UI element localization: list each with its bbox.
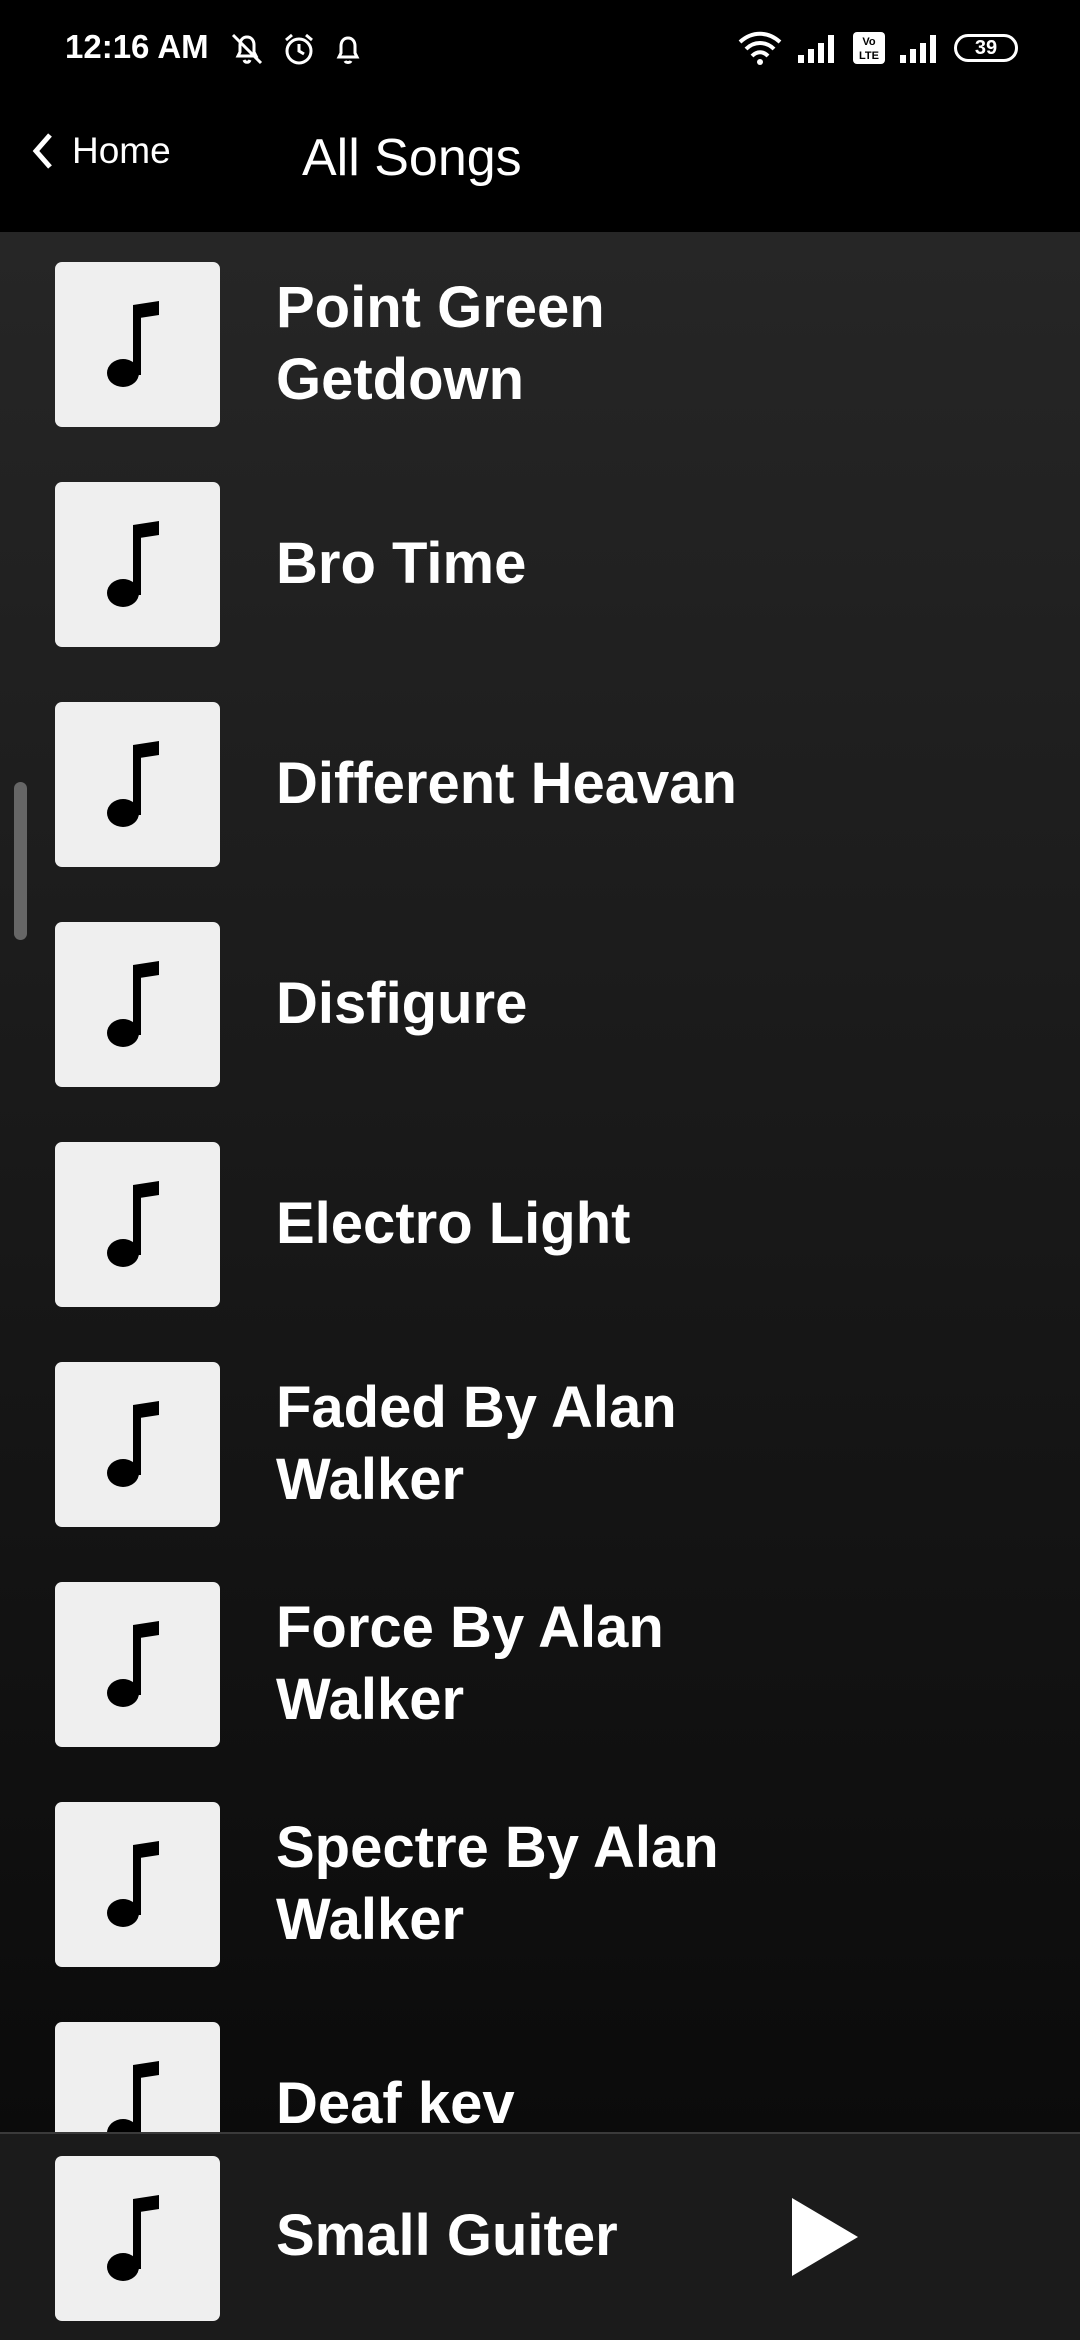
wifi-icon [738, 31, 782, 65]
song-item[interactable]: Point Green Getdown [0, 232, 1080, 427]
signal-icon [900, 35, 936, 63]
song-thumbnail [55, 922, 220, 1087]
battery-indicator: 39 [954, 34, 1018, 62]
song-thumbnail [55, 702, 220, 867]
song-thumbnail [55, 262, 220, 427]
music-note-icon [106, 1840, 159, 1927]
song-title: Force By Alan Walker [276, 1595, 664, 1732]
signal-icon [798, 35, 834, 63]
now-playing-bar[interactable]: Small Guiter [0, 2132, 1080, 2340]
music-note-icon [106, 740, 159, 827]
song-thumbnail [55, 482, 220, 647]
status-icons-left [228, 30, 364, 68]
song-item[interactable]: Force By Alan Walker [0, 1552, 1080, 1747]
song-item[interactable]: Bro Time [0, 452, 1080, 647]
now-playing-title: Small Guiter [276, 2203, 618, 2268]
play-button[interactable] [780, 2192, 870, 2282]
alarm-icon [285, 33, 313, 65]
mute-icon [231, 33, 263, 65]
song-title: Spectre By Alan Walker [276, 1815, 719, 1952]
music-note-icon [106, 300, 159, 387]
svg-text:LTE: LTE [859, 50, 879, 62]
volte-icon: Vo LTE [853, 32, 885, 64]
song-title: Disfigure [276, 971, 528, 1036]
song-item[interactable]: Deaf kev [0, 1992, 1080, 2132]
app-header: Home All Songs [0, 100, 1080, 232]
song-item[interactable]: Spectre By Alan Walker [0, 1772, 1080, 1967]
song-title: Different Heavan [276, 751, 737, 816]
song-item[interactable]: Electro Light [0, 1112, 1080, 1307]
song-item[interactable]: Different Heavan [0, 672, 1080, 867]
song-title: Electro Light [276, 1191, 631, 1256]
page-title: All Songs [302, 129, 522, 187]
song-thumbnail [55, 2022, 220, 2132]
status-icons-right: Vo LTE 39 [736, 30, 1018, 66]
svg-text:Vo: Vo [862, 36, 876, 48]
song-thumbnail [55, 1802, 220, 1967]
song-thumbnail [55, 1582, 220, 1747]
music-note-icon [106, 960, 159, 1047]
status-bar: 12:16 AM Vo LTE 39 [0, 0, 1080, 100]
now-playing-thumbnail [55, 2156, 220, 2321]
back-button[interactable]: Home [28, 130, 171, 172]
song-title: Faded By Alan Walker [276, 1375, 677, 1512]
music-note-icon [106, 2194, 159, 2281]
chevron-left-icon [32, 133, 52, 169]
status-time: 12:16 AM [65, 28, 209, 65]
music-note-icon [106, 2060, 159, 2132]
music-note-icon [106, 1620, 159, 1707]
song-title: Deaf kev [276, 2071, 515, 2132]
song-thumbnail [55, 1142, 220, 1307]
music-note-icon [106, 520, 159, 607]
song-item[interactable]: Disfigure [0, 892, 1080, 1087]
song-title: Bro Time [276, 531, 527, 596]
song-title: Point Green Getdown [276, 275, 605, 412]
notification-icon [336, 36, 360, 64]
song-list[interactable]: Point Green Getdown Bro Time Different H… [0, 232, 1080, 2132]
back-label: Home [72, 130, 171, 171]
play-icon [792, 2198, 858, 2276]
music-note-icon [106, 1400, 159, 1487]
music-note-icon [106, 1180, 159, 1267]
song-item[interactable]: Faded By Alan Walker [0, 1332, 1080, 1527]
song-thumbnail [55, 1362, 220, 1527]
